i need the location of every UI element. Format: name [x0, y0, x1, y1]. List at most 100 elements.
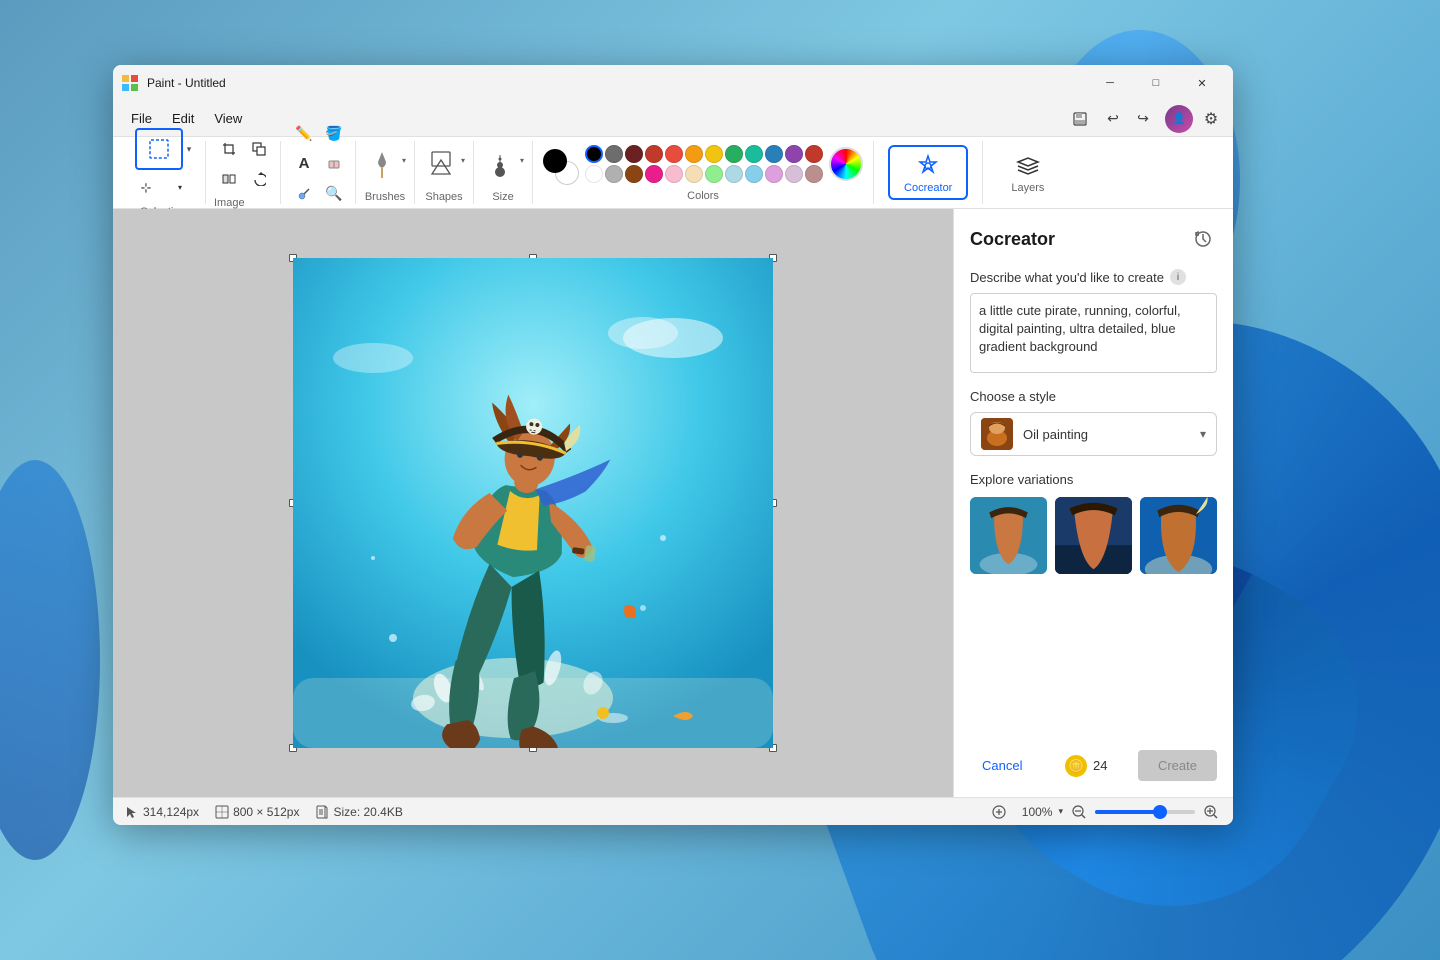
zoom-controls: 100% ▾: [988, 801, 1221, 823]
color-darkred[interactable]: [625, 145, 643, 163]
cursor-icon: [125, 805, 139, 819]
main-content: Cocreator Describe what you'd like to cr…: [113, 209, 1233, 797]
color-purple[interactable]: [785, 145, 803, 163]
info-icon[interactable]: i: [1170, 269, 1186, 285]
zoom-in-button[interactable]: [1201, 802, 1221, 822]
color-red[interactable]: [645, 145, 663, 163]
maximize-button[interactable]: □: [1133, 67, 1179, 99]
menu-bar: File Edit View ↩ ↪ 👤 ⚙: [113, 101, 1233, 137]
zoom-slider[interactable]: [1095, 810, 1195, 814]
color-pink[interactable]: [645, 165, 663, 183]
color-picker-button[interactable]: [289, 180, 319, 208]
settings-button[interactable]: ⚙: [1197, 105, 1225, 133]
panel-header: Cocreator: [970, 225, 1217, 253]
color-crimson[interactable]: [805, 145, 823, 163]
color-lightpink[interactable]: [665, 165, 683, 183]
color-brown[interactable]: [625, 165, 643, 183]
rotate-button[interactable]: [244, 165, 274, 193]
describe-label: Describe what you'd like to create i: [970, 269, 1217, 285]
history-button[interactable]: [1189, 225, 1217, 253]
save-button[interactable]: [1065, 105, 1095, 133]
shapes-button[interactable]: [423, 143, 459, 187]
prompt-textarea[interactable]: [970, 293, 1217, 373]
fill-button[interactable]: 🪣: [319, 120, 349, 148]
canvas-wrapper: [293, 258, 773, 748]
zoom-dropdown[interactable]: ▾: [1058, 806, 1063, 817]
color-wheel-button[interactable]: [829, 147, 863, 181]
menu-right: 👤 ⚙: [1165, 105, 1225, 133]
zoom-tool-button[interactable]: 🔍: [319, 180, 349, 208]
resize-button[interactable]: [244, 135, 274, 163]
selection-section: ▾ ⊹ ▾ Selection: [121, 141, 206, 204]
tools-section: ✏️ 🪣 A 🔍 Tools: [281, 141, 356, 204]
close-button[interactable]: ✕: [1179, 67, 1225, 99]
minimize-button[interactable]: ─: [1087, 67, 1133, 99]
brushes-button[interactable]: [364, 143, 400, 187]
color-black[interactable]: [585, 145, 603, 163]
style-dropdown-icon: ▾: [1200, 427, 1206, 441]
color-teal[interactable]: [745, 145, 763, 163]
color-gray[interactable]: [605, 145, 623, 163]
redo-button[interactable]: ↪: [1129, 105, 1157, 133]
crop-button[interactable]: [214, 135, 244, 163]
zoom-fit-button[interactable]: [988, 801, 1010, 823]
layers-toolbar-button[interactable]: Layers: [997, 145, 1058, 200]
color-lightred[interactable]: [665, 145, 683, 163]
color-orange[interactable]: [685, 145, 703, 163]
variation-1[interactable]: [970, 497, 1047, 574]
color-blue[interactable]: [765, 145, 783, 163]
shapes-section: ▾ Shapes: [415, 141, 474, 204]
color-lightgreen[interactable]: [705, 165, 723, 183]
color-yellow[interactable]: [705, 145, 723, 163]
cancel-button[interactable]: Cancel: [970, 750, 1034, 781]
text-button[interactable]: A: [289, 150, 319, 178]
cocreator-toolbar-label: Cocreator: [904, 182, 952, 194]
color-thistle[interactable]: [785, 165, 803, 183]
color-wheat[interactable]: [685, 165, 703, 183]
zoom-level: 100%: [1016, 805, 1052, 819]
size-section: ▾ Size: [474, 141, 533, 204]
user-avatar[interactable]: 👤: [1165, 105, 1193, 133]
brushes-label: Brushes: [365, 191, 405, 203]
app-window: Paint - Untitled ─ □ ✕ File Edit View ↩ …: [113, 65, 1233, 825]
color-plum[interactable]: [765, 165, 783, 183]
canvas-dimensions: 800 × 512px: [233, 805, 299, 819]
pirate-illustration: [293, 258, 773, 748]
cocreator-toolbar-button[interactable]: Cocreator: [888, 145, 968, 200]
size-button[interactable]: [482, 143, 518, 187]
color-rosybrown[interactable]: [805, 165, 823, 183]
color-lightblue[interactable]: [725, 165, 743, 183]
fg-color-button[interactable]: [543, 149, 567, 173]
canvas-area[interactable]: [113, 209, 953, 797]
image-section: Image: [206, 141, 281, 204]
variation-3[interactable]: [1140, 497, 1217, 574]
eraser-button[interactable]: [319, 150, 349, 178]
style-thumb: [981, 418, 1013, 450]
zoom-out-button[interactable]: [1069, 802, 1089, 822]
color-white[interactable]: [585, 165, 603, 183]
create-button[interactable]: Create: [1138, 750, 1217, 781]
selection-tool-button[interactable]: [135, 128, 183, 170]
window-title: Paint - Untitled: [147, 76, 1087, 90]
style-select-button[interactable]: Oil painting ▾: [970, 412, 1217, 456]
color-lightgray[interactable]: [605, 165, 623, 183]
select-freeform-button[interactable]: ⊹: [131, 174, 161, 202]
undo-button[interactable]: ↩: [1099, 105, 1127, 133]
color-green[interactable]: [725, 145, 743, 163]
flip-button[interactable]: [214, 165, 244, 193]
menu-view[interactable]: View: [204, 107, 252, 130]
file-size: Size: 20.4KB: [333, 805, 402, 819]
title-bar: Paint - Untitled ─ □ ✕: [113, 65, 1233, 101]
variation-2[interactable]: [1055, 497, 1132, 574]
credits-display: 🪙 24: [1065, 755, 1107, 777]
select-freeform-arrow[interactable]: ▾: [165, 174, 195, 202]
cursor-position: 314,124px: [125, 805, 199, 819]
pencil-button[interactable]: ✏️: [289, 120, 319, 148]
color-skyblue[interactable]: [745, 165, 763, 183]
layers-toolbar-label: Layers: [1011, 182, 1044, 194]
cursor-coords: 314,124px: [143, 805, 199, 819]
window-controls: ─ □ ✕: [1087, 67, 1225, 99]
canvas-image: [293, 258, 773, 748]
undo-redo-group: ↩ ↪: [1099, 105, 1157, 133]
colors-label: Colors: [543, 190, 863, 202]
